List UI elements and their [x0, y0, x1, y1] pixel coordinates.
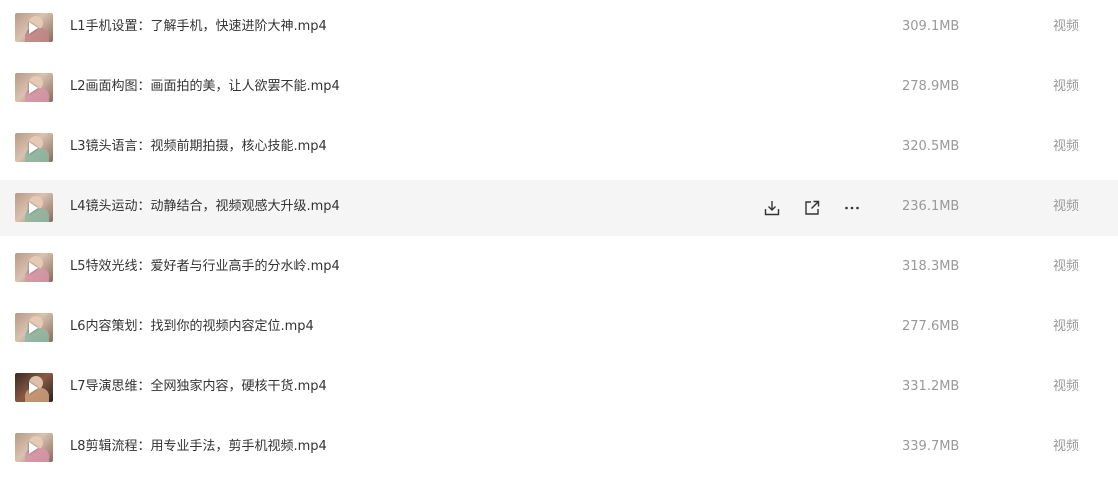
video-thumbnail — [15, 73, 53, 102]
file-name[interactable]: L2画面构图：画面拍的美，让人欲罢不能.mp4 — [70, 78, 340, 96]
file-type: 视频 — [1053, 199, 1080, 214]
file-size: 278.9MB — [902, 79, 960, 94]
play-icon — [29, 22, 38, 34]
file-size: 309.1MB — [902, 19, 960, 34]
video-thumbnail — [15, 133, 53, 162]
file-type: 视频 — [1053, 319, 1080, 334]
video-thumbnail — [15, 253, 53, 282]
file-row[interactable]: L5特效光线：爱好者与行业高手的分水岭.mp4 318.3MB 视频 — [0, 240, 1118, 296]
file-type: 视频 — [1053, 139, 1080, 154]
video-thumbnail — [15, 193, 53, 222]
more-icon[interactable] — [842, 198, 862, 218]
row-actions — [762, 198, 882, 218]
play-icon — [29, 382, 38, 394]
file-row[interactable]: L2画面构图：画面拍的美，让人欲罢不能.mp4 278.9MB 视频 — [0, 60, 1118, 116]
file-type: 视频 — [1053, 19, 1080, 34]
video-thumbnail — [15, 313, 53, 342]
file-name[interactable]: L7导演思维：全网独家内容，硬核干货.mp4 — [70, 378, 327, 396]
file-type: 视频 — [1053, 79, 1080, 94]
file-size: 331.2MB — [902, 379, 960, 394]
video-thumbnail — [15, 373, 53, 402]
file-name[interactable]: L8剪辑流程：用专业手法，剪手机视频.mp4 — [70, 438, 327, 456]
file-type: 视频 — [1053, 259, 1080, 274]
play-icon — [29, 262, 38, 274]
video-thumbnail — [15, 13, 53, 42]
video-thumbnail — [15, 433, 53, 462]
file-name[interactable]: L6内容策划：找到你的视频内容定位.mp4 — [70, 318, 314, 336]
file-name[interactable]: L1手机设置：了解手机，快速进阶大神.mp4 — [70, 18, 327, 36]
file-list: L1手机设置：了解手机，快速进阶大神.mp4 309.1MB 视频 L2画面构图… — [0, 0, 1118, 480]
download-icon[interactable] — [762, 198, 782, 218]
file-row-hovered[interactable]: L4镜头运动：动静结合，视频观感大升级.mp4 236.1MB 视频 — [0, 180, 1118, 236]
file-size: 318.3MB — [902, 259, 960, 274]
file-row[interactable]: L8剪辑流程：用专业手法，剪手机视频.mp4 339.7MB 视频 — [0, 420, 1118, 476]
file-size: 277.6MB — [902, 319, 960, 334]
play-icon — [29, 82, 38, 94]
file-name[interactable]: L4镜头运动：动静结合，视频观感大升级.mp4 — [70, 198, 340, 216]
play-icon — [29, 202, 38, 214]
file-size: 339.7MB — [902, 439, 960, 454]
file-row[interactable]: L7导演思维：全网独家内容，硬核干货.mp4 331.2MB 视频 — [0, 360, 1118, 416]
file-row[interactable]: L6内容策划：找到你的视频内容定位.mp4 277.6MB 视频 — [0, 300, 1118, 356]
file-type: 视频 — [1053, 439, 1080, 454]
file-name[interactable]: L5特效光线：爱好者与行业高手的分水岭.mp4 — [70, 258, 340, 276]
file-size: 236.1MB — [902, 199, 960, 214]
file-type: 视频 — [1053, 379, 1080, 394]
play-icon — [29, 442, 38, 454]
play-icon — [29, 322, 38, 334]
play-icon — [29, 142, 38, 154]
share-icon[interactable] — [802, 198, 822, 218]
file-row[interactable]: L3镜头语言：视频前期拍摄，核心技能.mp4 320.5MB 视频 — [0, 120, 1118, 176]
file-name[interactable]: L3镜头语言：视频前期拍摄，核心技能.mp4 — [70, 138, 327, 156]
file-size: 320.5MB — [902, 139, 960, 154]
file-row[interactable]: L1手机设置：了解手机，快速进阶大神.mp4 309.1MB 视频 — [0, 0, 1118, 56]
